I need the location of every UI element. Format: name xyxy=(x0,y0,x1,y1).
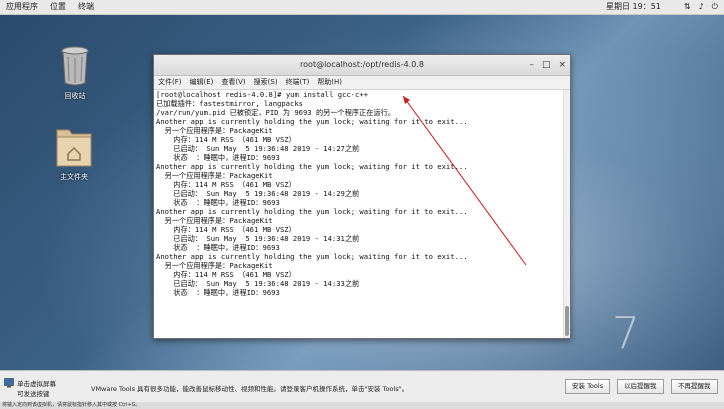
terminal-output-line: 另一个应用程序是：PackageKit xyxy=(156,126,273,135)
tip-line2: 可发送按键 xyxy=(17,390,50,398)
terminal-output-line: 另一个应用程序是：PackageKit xyxy=(156,171,273,180)
clock[interactable]: 星期日 19：51 xyxy=(606,0,661,14)
vmware-tools-message: VMware Tools 具有很多功能，能改善鼠标移动性、视频和性能。请登录客户… xyxy=(91,385,409,393)
tip-line1: 单击虚拟屏幕 xyxy=(17,380,56,388)
home-folder-icon xyxy=(56,129,92,167)
terminal-output-line: Another app is currently holding the yum… xyxy=(156,117,468,126)
terminal-output-line: 已启动： Sun May 5 19:36:48 2019 - 14:29之前 xyxy=(156,189,360,198)
network-icon[interactable]: ⇅ xyxy=(684,0,691,14)
terminal-output-line: 状态 ：睡眠中，进程ID：9693 xyxy=(156,243,280,252)
desktop-home-folder[interactable]: 主文件夹 xyxy=(44,124,104,182)
install-tools-button[interactable]: 安装 Tools xyxy=(565,379,611,394)
terminal-output-line: Another app is currently holding the yum… xyxy=(156,162,468,171)
vm-click-tip: 单击虚拟屏幕 可发送按键 xyxy=(4,378,56,398)
terminal-output-line: Another app is currently holding the yum… xyxy=(156,207,468,216)
os-version-watermark: 7 xyxy=(612,308,640,359)
menu-terminal[interactable]: 终端(T) xyxy=(286,76,310,89)
terminal-output-line: 内存：114 M RSS （461 MB VSZ） xyxy=(156,180,296,189)
terminal-output-line: 内存：114 M RSS （461 MB VSZ） xyxy=(156,135,296,144)
monitor-icon xyxy=(4,378,14,388)
terminal-menubar: 文件(F) 编辑(E) 查看(V) 搜索(S) 终端(T) 帮助(H) xyxy=(154,76,570,90)
terminal-output-line: 另一个应用程序是：PackageKit xyxy=(156,261,273,270)
terminal-title: root@localhost:/opt/redis-4.0.8 xyxy=(300,60,424,69)
menu-help[interactable]: 帮助(H) xyxy=(317,76,342,89)
power-icon[interactable]: ⏻ xyxy=(712,0,718,14)
terminal-menu[interactable]: 终端 xyxy=(78,0,94,14)
terminal-output-line: 状态 ：睡眠中，进程ID：9693 xyxy=(156,198,280,207)
terminal-output[interactable]: [root@localhost redis-4.0.8]# yum instal… xyxy=(154,90,566,338)
terminal-output-line: 已启动： Sun May 5 19:36:48 2019 - 14:33之前 xyxy=(156,279,360,288)
close-icon[interactable]: × xyxy=(558,55,566,75)
trash-icon xyxy=(61,46,89,86)
scrollbar-thumb[interactable] xyxy=(565,306,569,336)
terminal-output-line: 另一个应用程序是：PackageKit xyxy=(156,216,273,225)
terminal-scrollbar[interactable] xyxy=(563,90,570,338)
terminal-command-line: [root@localhost redis-4.0.8]# yum instal… xyxy=(156,90,369,99)
top-panel: 应用程序 位置 终端 星期日 19：51 ⇅ ♪ ⏻ xyxy=(0,0,724,15)
terminal-output-line: 已启动： Sun May 5 19:36:48 2019 - 14:31之前 xyxy=(156,234,360,243)
terminal-output-line: 内存：114 M RSS （461 MB VSZ） xyxy=(156,225,296,234)
terminal-titlebar[interactable]: root@localhost:/opt/redis-4.0.8 – □ × xyxy=(154,55,570,76)
minimize-icon[interactable]: – xyxy=(529,55,534,75)
never-remind-button[interactable]: 不再提醒我 xyxy=(671,379,718,394)
terminal-output-line: 已启动： Sun May 5 19:36:48 2019 - 14:27之前 xyxy=(156,144,360,153)
vm-status-text: 将输入定向到该虚拟机，请将鼠标指针移入其中或按 Ctrl+G。 xyxy=(2,402,141,408)
volume-icon[interactable]: ♪ xyxy=(699,0,704,14)
terminal-output-line: /var/run/yum.pid 已被锁定，PID 为 9693 的另一个程序正… xyxy=(156,108,396,117)
trash-label: 回收站 xyxy=(64,92,86,100)
vmware-tools-bar: 单击虚拟屏幕 可发送按键 VMware Tools 具有很多功能，能改善鼠标移动… xyxy=(0,370,724,403)
terminal-output-line: 内存：114 M RSS （461 MB VSZ） xyxy=(156,270,296,279)
terminal-output-line: 已加载插件：fastestmirror, langpacks xyxy=(156,99,303,108)
menu-search[interactable]: 搜索(S) xyxy=(254,76,278,89)
applications-menu[interactable]: 应用程序 xyxy=(6,0,38,14)
terminal-output-line: 状态 ：睡眠中，进程ID：9693 xyxy=(156,288,280,297)
terminal-window[interactable]: root@localhost:/opt/redis-4.0.8 – □ × 文件… xyxy=(153,54,571,339)
terminal-output-line: 状态 ：睡眠中，进程ID：9693 xyxy=(156,153,280,162)
places-menu[interactable]: 位置 xyxy=(50,0,66,14)
vm-status-bar: 将输入定向到该虚拟机，请将鼠标指针移入其中或按 Ctrl+G。 xyxy=(0,402,724,409)
terminal-output-line: Another app is currently holding the yum… xyxy=(156,252,468,261)
menu-file[interactable]: 文件(F) xyxy=(158,76,182,89)
maximize-icon[interactable]: □ xyxy=(542,55,551,75)
menu-edit[interactable]: 编辑(E) xyxy=(190,76,214,89)
desktop-trash[interactable]: 回收站 xyxy=(45,45,105,101)
menu-view[interactable]: 查看(V) xyxy=(221,76,245,89)
home-folder-label: 主文件夹 xyxy=(60,173,88,181)
remind-later-button[interactable]: 以后提醒我 xyxy=(617,379,664,394)
